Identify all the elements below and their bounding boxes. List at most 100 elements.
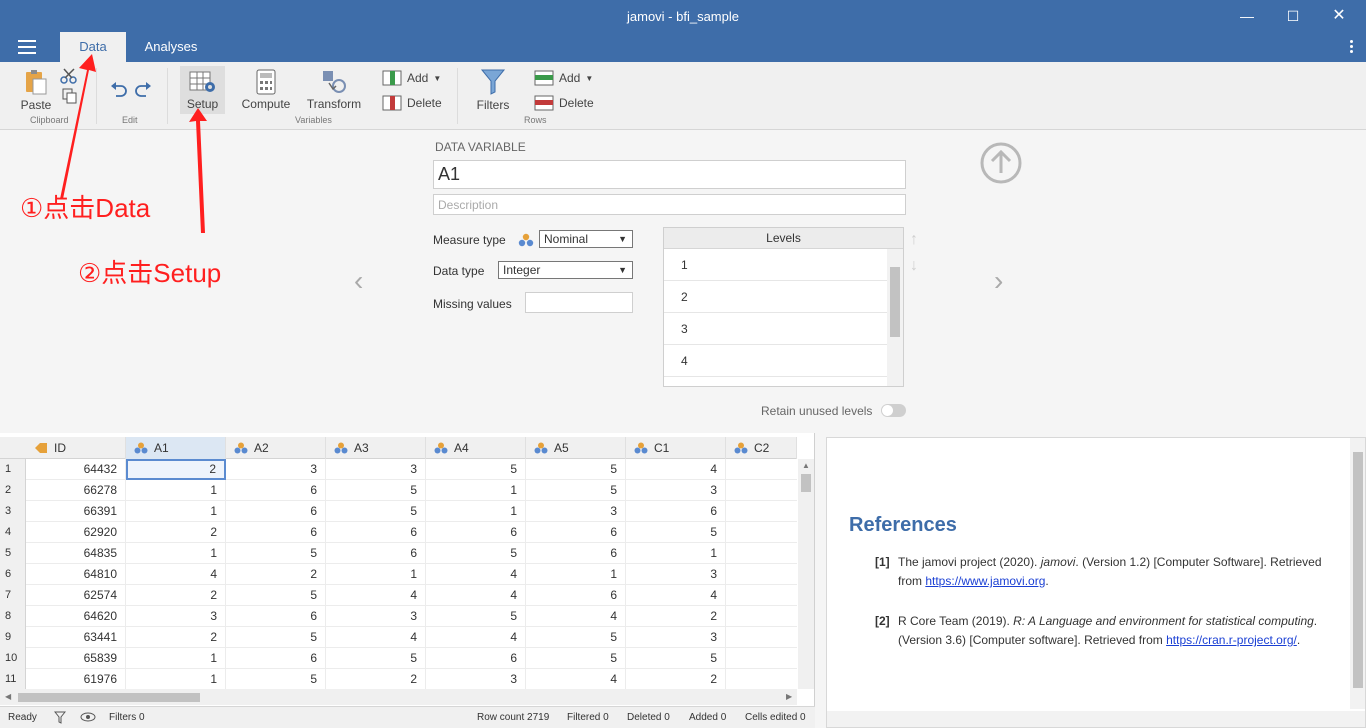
level-item[interactable]: 4: [664, 345, 888, 377]
grid-cell[interactable]: 1: [126, 501, 226, 522]
close-button[interactable]: ✕: [1316, 4, 1362, 28]
grid-cell[interactable]: 1: [326, 564, 426, 585]
row-number[interactable]: 1: [0, 459, 26, 480]
grid-vscroll-thumb[interactable]: [801, 474, 811, 492]
grid-cell[interactable]: 3: [126, 606, 226, 627]
grid-cell[interactable]: 6: [526, 543, 626, 564]
column-header-a3[interactable]: A3: [326, 437, 426, 459]
description-input[interactable]: Description: [433, 194, 906, 215]
grid-cell[interactable]: 6: [526, 585, 626, 606]
row-number[interactable]: 2: [0, 480, 26, 501]
measure-type-select[interactable]: Nominal ▼: [539, 230, 633, 248]
grid-cell[interactable]: 6: [326, 543, 426, 564]
add-row-button[interactable]: Add ▼: [534, 70, 593, 86]
grid-cell[interactable]: 6: [626, 501, 726, 522]
grid-cell[interactable]: 6: [426, 648, 526, 669]
grid-cell[interactable]: 61976: [26, 669, 126, 690]
hamburger-icon[interactable]: [18, 40, 36, 54]
grid-cell[interactable]: 6: [526, 522, 626, 543]
grid-cell[interactable]: 5: [326, 480, 426, 501]
grid-cell[interactable]: 3: [326, 606, 426, 627]
grid-cell[interactable]: 2: [126, 627, 226, 648]
grid-cell[interactable]: 1: [526, 564, 626, 585]
level-item[interactable]: 1: [664, 249, 888, 281]
tab-analyses[interactable]: Analyses: [133, 32, 209, 62]
grid-cell[interactable]: 5: [526, 648, 626, 669]
results-vertical-scrollbar[interactable]: [1350, 438, 1365, 709]
row-number[interactable]: 10: [0, 648, 26, 669]
grid-cell[interactable]: 65839: [26, 648, 126, 669]
row-number[interactable]: 5: [0, 543, 26, 564]
grid-vertical-scrollbar[interactable]: ▲: [798, 459, 814, 689]
grid-cell[interactable]: 5: [426, 543, 526, 564]
grid-cell[interactable]: 6: [426, 522, 526, 543]
grid-cell[interactable]: 4: [326, 585, 426, 606]
row-number[interactable]: 6: [0, 564, 26, 585]
grid-cell[interactable]: 4: [126, 564, 226, 585]
grid-cell[interactable]: 2: [626, 606, 726, 627]
grid-cell[interactable]: 5: [526, 627, 626, 648]
grid-cell[interactable]: 5: [226, 627, 326, 648]
level-item[interactable]: 3: [664, 313, 888, 345]
results-horizontal-scrollbar[interactable]: [827, 711, 1365, 727]
grid-cell[interactable]: 5: [226, 543, 326, 564]
row-number[interactable]: 9: [0, 627, 26, 648]
grid-cell[interactable]: 5: [626, 648, 726, 669]
previous-variable-icon[interactable]: ‹: [354, 265, 363, 297]
grid-cell[interactable]: 1: [126, 543, 226, 564]
grid-cell[interactable]: 5: [526, 480, 626, 501]
grid-cell[interactable]: 2: [226, 564, 326, 585]
move-level-up-icon[interactable]: ↑: [910, 231, 918, 249]
maximize-button[interactable]: ☐: [1270, 4, 1316, 28]
column-header-id[interactable]: ID: [26, 437, 126, 459]
move-level-down-icon[interactable]: ↓: [910, 257, 918, 275]
column-header-a5[interactable]: A5: [526, 437, 626, 459]
grid-cell[interactable]: 4: [626, 585, 726, 606]
delete-variable-button[interactable]: Delete: [382, 95, 442, 111]
grid-cell[interactable]: 5: [626, 522, 726, 543]
redo-icon[interactable]: [134, 82, 152, 98]
grid-cell[interactable]: 6: [326, 522, 426, 543]
grid-cell[interactable]: 4: [426, 585, 526, 606]
undo-icon[interactable]: [110, 82, 128, 98]
column-header-c1[interactable]: C1: [626, 437, 726, 459]
grid-cell[interactable]: 62920: [26, 522, 126, 543]
grid-cell[interactable]: 6: [226, 648, 326, 669]
grid-cell[interactable]: 3: [626, 480, 726, 501]
levels-scrollbar[interactable]: [887, 249, 903, 386]
cut-icon[interactable]: [60, 68, 78, 84]
variable-name-input[interactable]: A1: [433, 160, 906, 189]
grid-cell[interactable]: 5: [226, 585, 326, 606]
grid-cell[interactable]: 5: [426, 606, 526, 627]
grid-cell[interactable]: 5: [326, 648, 426, 669]
grid-cell[interactable]: 5: [526, 459, 626, 480]
tab-data[interactable]: Data: [60, 32, 126, 62]
grid-cell[interactable]: 1: [626, 543, 726, 564]
missing-values-input[interactable]: [525, 292, 633, 313]
add-variable-button[interactable]: Add ▼: [382, 70, 441, 86]
grid-cell[interactable]: 4: [626, 459, 726, 480]
grid-cell[interactable]: 1: [126, 480, 226, 501]
grid-cell[interactable]: 64810: [26, 564, 126, 585]
grid-cell[interactable]: 6: [226, 480, 326, 501]
grid-cell[interactable]: 64620: [26, 606, 126, 627]
more-options-icon[interactable]: [1350, 40, 1354, 55]
eye-icon[interactable]: [80, 712, 96, 722]
grid-cell[interactable]: 5: [426, 459, 526, 480]
grid-cell[interactable]: 1: [126, 648, 226, 669]
grid-cell[interactable]: 2: [326, 669, 426, 690]
grid-cell[interactable]: 5: [326, 501, 426, 522]
scroll-up-icon[interactable]: ▲: [802, 461, 810, 470]
grid-cell[interactable]: 64432: [26, 459, 126, 480]
row-number[interactable]: 8: [0, 606, 26, 627]
grid-hscroll-thumb[interactable]: [18, 693, 200, 702]
grid-cell[interactable]: 4: [526, 669, 626, 690]
next-variable-icon[interactable]: ›: [994, 265, 1003, 297]
grid-cell[interactable]: 2: [126, 585, 226, 606]
column-header-a4[interactable]: A4: [426, 437, 526, 459]
minimize-button[interactable]: —: [1224, 4, 1270, 28]
grid-cell[interactable]: 3: [426, 669, 526, 690]
reference-link[interactable]: https://www.jamovi.org: [925, 574, 1045, 588]
grid-cell[interactable]: 5: [226, 669, 326, 690]
grid-cell[interactable]: 66278: [26, 480, 126, 501]
